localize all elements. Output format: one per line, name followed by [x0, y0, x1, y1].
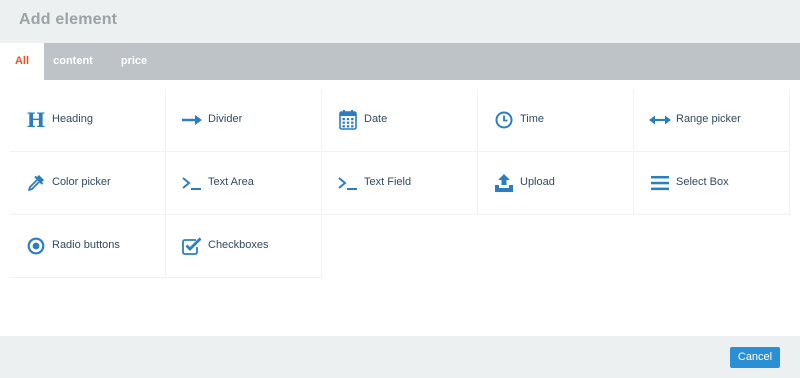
element-label: Time: [520, 113, 545, 125]
element-date[interactable]: Date: [322, 89, 478, 152]
element-label: Divider: [208, 113, 243, 125]
add-element-dialog: Add element All content price H Heading …: [0, 0, 800, 378]
clock-icon: [493, 109, 515, 131]
dialog-footer: Cancel: [0, 336, 800, 378]
element-label: Upload: [520, 176, 555, 188]
element-label: Text Field: [364, 176, 412, 188]
element-label: Color picker: [52, 176, 111, 188]
element-text-field[interactable]: Text Field: [322, 152, 478, 215]
element-time[interactable]: Time: [478, 89, 634, 152]
element-select-box[interactable]: Select Box: [634, 152, 790, 215]
element-label: Checkboxes: [208, 239, 269, 251]
element-divider[interactable]: Divider: [166, 89, 322, 152]
dialog-title: Add element: [19, 11, 118, 28]
terminal-icon: [181, 172, 203, 194]
element-text-area[interactable]: Text Area: [166, 152, 322, 215]
element-label: Range picker: [676, 113, 741, 125]
element-label: Date: [364, 113, 388, 125]
element-label: Select Box: [676, 176, 729, 188]
double-arrow-icon: [649, 109, 671, 131]
eyedropper-icon: [25, 172, 47, 194]
element-label: Radio buttons: [52, 239, 120, 251]
radio-icon: [25, 235, 47, 257]
terminal-icon: [337, 172, 359, 194]
dialog-header: Add element: [0, 0, 800, 43]
element-label: Text Area: [208, 176, 254, 188]
element-checkboxes[interactable]: Checkboxes: [166, 215, 322, 278]
element-label: Heading: [52, 113, 93, 125]
tab-bar: All content price: [0, 43, 800, 80]
element-radio-buttons[interactable]: Radio buttons: [10, 215, 166, 278]
heading-icon: H: [25, 109, 47, 131]
checkbox-icon: [181, 235, 203, 257]
tab-price[interactable]: price: [102, 43, 166, 80]
element-heading[interactable]: H Heading: [10, 89, 166, 152]
element-range-picker[interactable]: Range picker: [634, 89, 790, 152]
arrow-right-icon: [181, 109, 203, 131]
svg-text:H: H: [27, 110, 46, 130]
list-icon: [649, 172, 671, 194]
tab-content[interactable]: content: [44, 43, 102, 80]
calendar-icon: [337, 109, 359, 131]
element-color-picker[interactable]: Color picker: [10, 152, 166, 215]
element-upload[interactable]: Upload: [478, 152, 634, 215]
cancel-button[interactable]: Cancel: [730, 347, 780, 368]
upload-icon: [493, 172, 515, 194]
tab-all[interactable]: All: [0, 43, 44, 80]
